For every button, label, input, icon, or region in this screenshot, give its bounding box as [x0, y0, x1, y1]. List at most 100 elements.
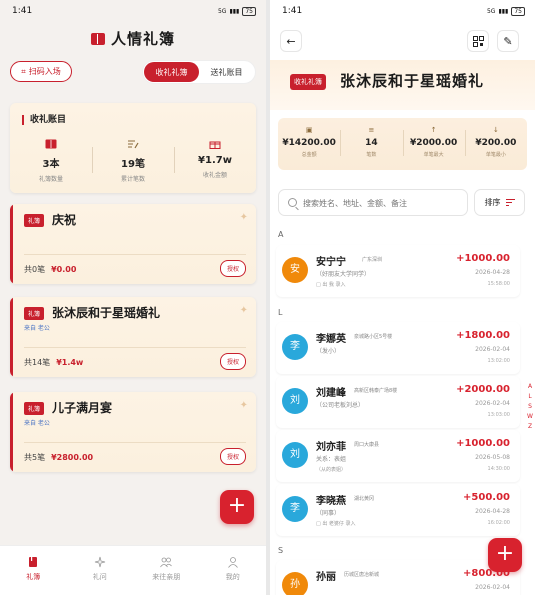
status-bar: 1:41 5G ▮▮▮ 75	[0, 0, 266, 22]
tab-label: 礼问	[92, 573, 107, 581]
book-icon	[29, 557, 38, 567]
gift-amount: +1000.00	[456, 253, 510, 264]
right-screen: 1:41 5G ▮▮▮ 75 ← ✎ 收礼礼簿 张沐辰和于星瑶婚礼 ▣ ¥142…	[270, 0, 535, 595]
index-letter[interactable]: Z	[525, 422, 535, 432]
qr-code-button[interactable]	[467, 30, 489, 52]
tab-contacts[interactable]: 来往亲朋	[133, 546, 200, 595]
list-item[interactable]: 安 安宁宁 广东深圳 （好朋友大学同学） □ 出 我 录入 +1000.00 2…	[276, 245, 520, 297]
book-card[interactable]: 礼簿 张沐辰和于星瑶婚礼 ✦ 来自 老公 共14笔 ¥1.4w 授权	[10, 297, 256, 377]
authorize-button[interactable]: 授权	[219, 448, 246, 465]
stat-label: 单笔最大	[423, 152, 444, 158]
book-stats-card: ▣ ¥14200.00 总金额 ≡ 14 笔数 ↑ ¥2000.00 单笔最大 …	[278, 118, 527, 170]
sparkle-icon: ✦	[239, 305, 248, 316]
alphabet-index[interactable]: A L S W Z	[525, 382, 535, 432]
list-item[interactable]: 刘 刘亦菲 周口大康县 关系：表姐 （从的表姐） +1000.00 2026-0…	[276, 430, 520, 482]
guest-relation: 关系：表姐	[316, 456, 347, 463]
tab-books[interactable]: 礼簿	[0, 546, 67, 595]
guest-note: （好朋友大学同学）	[316, 271, 371, 278]
book-stats: 共5笔 ¥2800.00	[24, 452, 93, 463]
guest-note: （公司老板刘总）	[316, 402, 365, 409]
entry-time: 14:30:00	[487, 466, 510, 472]
entry-time: 13:02:00	[487, 358, 510, 364]
book-header: 收礼礼簿 张沐辰和于星瑶婚礼	[270, 60, 535, 110]
book-name: 儿子满月宴	[52, 401, 113, 415]
tab-ask[interactable]: 礼问	[67, 546, 134, 595]
guest-name: 李晓燕	[316, 496, 346, 507]
scan-entry-button[interactable]: ⌗ 扫码入场	[10, 61, 72, 82]
book-type-badge: 收礼礼簿	[290, 74, 326, 90]
list-item[interactable]: 孙 孙丽 历城区唐冶新城 +800.00 2026-02-04	[276, 560, 520, 595]
sort-button[interactable]: 排序	[474, 189, 525, 216]
book-icon	[90, 33, 105, 45]
tab-label: 我的	[225, 573, 240, 581]
book-count: 共5笔	[24, 453, 46, 462]
search-box[interactable]	[278, 189, 468, 216]
avatar: 孙	[282, 572, 308, 595]
add-book-button[interactable]: +	[220, 490, 254, 524]
stat-value: ¥200.00	[475, 138, 517, 148]
page-title-text: 人情礼簿	[110, 30, 175, 48]
book-name: 张沐辰和于星瑶婚礼	[52, 306, 161, 320]
index-letter[interactable]: A	[525, 382, 535, 392]
stat-entry-count: 19笔 累计笔数	[92, 139, 174, 183]
stat-value: ¥1.7w	[198, 155, 232, 166]
tab-received-books[interactable]: 收礼礼簿	[144, 62, 199, 82]
guest-location: 历城区唐冶新城	[344, 572, 380, 578]
arrow-left-icon: ←	[286, 34, 296, 48]
battery-icon: 75	[242, 6, 256, 16]
entry-date: 2026-02-04	[475, 584, 510, 591]
book-amount: ¥2800.00	[51, 453, 94, 462]
arrow-down-icon: ↓	[492, 126, 499, 134]
status-time: 1:41	[12, 6, 33, 16]
arrow-up-icon: ↑	[430, 126, 437, 134]
guest-name: 李娜英	[316, 334, 346, 345]
back-button[interactable]: ←	[280, 30, 302, 52]
list-item[interactable]: 刘 刘建峰 高新区韩泰广场8楼 （公司老板刘总） +2000.00 2026-0…	[276, 376, 520, 428]
authorize-button[interactable]: 授权	[219, 260, 246, 277]
stat-total-amount: ¥1.7w 收礼金额	[174, 139, 256, 183]
signal-icon: ▮▮▮	[229, 7, 240, 15]
avatar: 刘	[282, 442, 308, 468]
guest-location: 周口大康县	[354, 442, 380, 448]
divider	[24, 254, 246, 255]
index-letter[interactable]: L	[525, 392, 535, 402]
qr-code-icon	[472, 35, 484, 47]
book-amount: ¥1.4w	[56, 358, 84, 367]
tab-sent-accounts[interactable]: 送礼账目	[199, 62, 254, 82]
guest-note: （同事）	[316, 510, 341, 517]
list-item[interactable]: 李 李娜英 泉城路小区5号楼 （发小） +1800.00 2026-02-04 …	[276, 322, 520, 374]
signal-icon: ▮▮▮	[498, 7, 509, 15]
stat-label: 收礼金额	[202, 172, 227, 179]
search-input[interactable]	[303, 195, 463, 211]
index-letter[interactable]: S	[525, 402, 535, 412]
tab-label: 来往亲朋	[152, 573, 181, 581]
section-header: S	[278, 546, 284, 555]
stat-max: ↑ ¥2000.00 单笔最大	[402, 118, 465, 170]
book-title: 张沐辰和于星瑶婚礼	[340, 72, 485, 90]
bottom-tab-bar: 礼簿 礼问 来往亲朋 我的	[0, 545, 266, 595]
book-count: 共14笔	[24, 358, 51, 367]
section-header: A	[278, 230, 284, 239]
status-bar: 1:41 5G ▮▮▮ 75	[270, 0, 535, 22]
pen-icon	[128, 140, 139, 149]
scan-entry-label: 扫码入场	[28, 67, 61, 76]
book-card[interactable]: 礼簿 儿子满月宴 ✦ 来自 老公 共5笔 ¥2800.00 授权	[10, 392, 256, 472]
list-item[interactable]: 李 李晓燕 湖北黄冈 （同事） □ 出 老婆仔 录入 +500.00 2026-…	[276, 484, 520, 536]
guest-note: （从的表姐）	[316, 467, 347, 473]
status-time: 1:41	[282, 6, 303, 16]
add-entry-button[interactable]: +	[488, 538, 522, 572]
book-card[interactable]: 礼簿 庆祝 ✦ 共0笔 ¥0.00 授权	[10, 204, 256, 284]
people-icon	[160, 557, 173, 568]
authorize-button[interactable]: 授权	[219, 353, 246, 370]
sort-label: 排序	[484, 198, 501, 207]
index-letter[interactable]: W	[525, 412, 535, 422]
entry-date: 2026-02-04	[475, 400, 510, 407]
tab-profile[interactable]: 我的	[200, 546, 267, 595]
guest-name: 安宁宁	[316, 257, 346, 268]
entry-date: 2026-04-28	[475, 269, 510, 276]
edit-button[interactable]: ✎	[497, 30, 519, 52]
battery-icon: 75	[511, 6, 525, 16]
entry-time: 13:03:00	[487, 412, 510, 418]
guest-location: 泉城路小区5号楼	[354, 334, 393, 340]
stat-label: 笔数	[366, 152, 377, 158]
